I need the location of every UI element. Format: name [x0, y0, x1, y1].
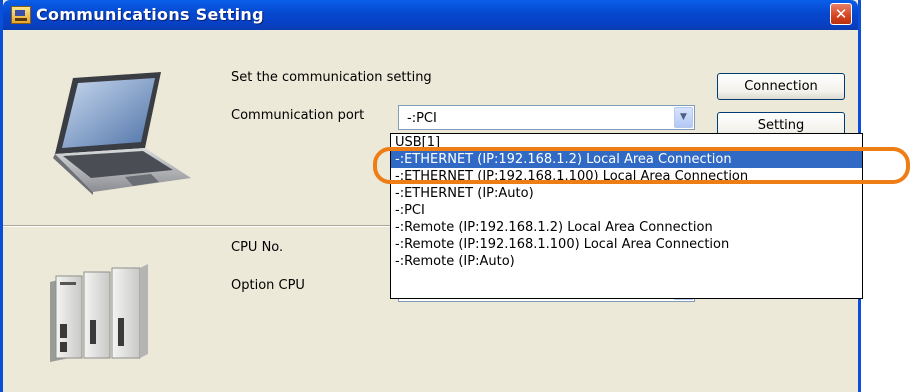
dropdown-option[interactable]: -:PCI [391, 202, 862, 219]
close-icon: ✕ [834, 5, 848, 23]
instruction-text: Set the communication setting [231, 70, 432, 85]
communication-port-label: Communication port [231, 108, 365, 123]
dropdown-option[interactable]: -:ETHERNET (IP:Auto) [391, 185, 862, 202]
app-icon [11, 6, 31, 24]
cpu-no-label: CPU No. [231, 240, 284, 255]
close-button[interactable]: ✕ [830, 3, 852, 25]
dropdown-option[interactable]: -:Remote (IP:192.168.1.2) Local Area Con… [391, 219, 862, 236]
combo-arrow-icon[interactable]: ▼ [674, 107, 693, 128]
communication-port-combobox[interactable]: -:PCI ▼ [398, 105, 695, 130]
plc-controller-icon [50, 264, 148, 362]
callout-highlight [373, 147, 910, 184]
dropdown-option[interactable]: -:Remote (IP:Auto) [391, 253, 862, 270]
title-bar[interactable]: Communications Setting ✕ [3, 0, 858, 30]
connection-button[interactable]: Connection [717, 73, 845, 100]
laptop-icon [53, 72, 191, 195]
dropdown-option[interactable]: -:Remote (IP:192.168.1.100) Local Area C… [391, 236, 862, 253]
communication-port-value: -:PCI [407, 111, 437, 126]
option-cpu-label: Option CPU [231, 278, 305, 293]
window-title: Communications Setting [36, 5, 264, 24]
separator [3, 225, 423, 227]
